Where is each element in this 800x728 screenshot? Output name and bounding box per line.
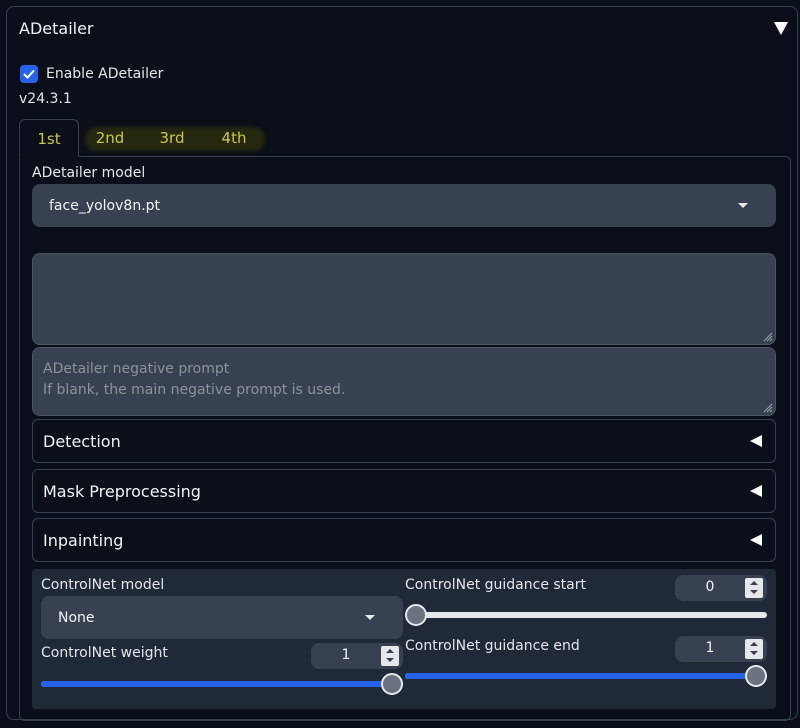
placeholder-line2: If blank, the main negative prompt is us…	[43, 382, 346, 398]
checkmark-icon	[23, 69, 35, 79]
chevron-down-icon	[738, 203, 748, 208]
accordion-inpainting[interactable]: Inpainting	[32, 518, 776, 562]
controlnet-weight-slider[interactable]	[41, 673, 403, 695]
stepper-icon[interactable]	[381, 646, 399, 666]
panel-title: ADetailer	[19, 19, 94, 38]
accordion-mask-preprocessing-label: Mask Preprocessing	[43, 482, 201, 501]
collapse-triangle-icon[interactable]	[774, 22, 788, 35]
controlnet-guidance-start-label: ControlNet guidance start	[405, 577, 586, 593]
tab-3rd[interactable]: 3rd	[147, 119, 197, 157]
controlnet-model-value: None	[58, 609, 95, 626]
chevron-down-icon	[365, 615, 375, 620]
adetailer-model-label: ADetailer model	[32, 165, 146, 181]
controlnet-weight-input[interactable]: 1	[311, 643, 403, 669]
controlnet-guidance-end-slider[interactable]	[405, 665, 767, 687]
controlnet-guidance-end-input[interactable]: 1	[675, 636, 767, 662]
controlnet-guidance-start-value: 0	[705, 579, 715, 595]
resize-handle-icon[interactable]	[763, 332, 773, 342]
tab-2nd[interactable]: 2nd	[85, 119, 135, 157]
controlnet-guidance-start-slider[interactable]	[405, 604, 767, 626]
tab-4th[interactable]: 4th	[209, 119, 259, 157]
resize-handle-icon[interactable]	[763, 403, 773, 413]
tab-1st[interactable]: 1st	[19, 119, 79, 157]
slider-fill	[405, 673, 756, 679]
slider-fill	[41, 681, 392, 687]
expand-arrow-icon	[750, 534, 762, 546]
enable-adetailer-row[interactable]: Enable ADetailer	[20, 65, 163, 83]
controlnet-weight-label: ControlNet weight	[41, 645, 168, 661]
placeholder-line1: ADetailer negative prompt	[43, 361, 230, 377]
negative-prompt-placeholder: ADetailer negative prompt If blank, the …	[43, 359, 345, 401]
accordion-inpainting-label: Inpainting	[43, 531, 124, 550]
expand-arrow-icon	[750, 485, 762, 497]
controlnet-guidance-end-value: 1	[705, 640, 715, 656]
adetailer-negative-prompt-textarea[interactable]: ADetailer negative prompt If blank, the …	[32, 347, 776, 416]
controlnet-guidance-end-label: ControlNet guidance end	[405, 638, 580, 654]
accordion-mask-preprocessing[interactable]: Mask Preprocessing	[32, 469, 776, 513]
expand-arrow-icon	[750, 435, 762, 447]
stepper-icon[interactable]	[745, 639, 763, 659]
slider-thumb[interactable]	[405, 604, 427, 626]
controlnet-weight-value: 1	[341, 647, 351, 663]
controlnet-guidance-start-input[interactable]: 0	[675, 575, 767, 601]
accordion-detection-label: Detection	[43, 432, 121, 451]
stepper-icon[interactable]	[745, 578, 763, 598]
controlnet-model-dropdown[interactable]: None	[41, 596, 403, 639]
slider-thumb[interactable]	[381, 673, 403, 695]
enable-adetailer-checkbox[interactable]	[20, 65, 38, 83]
enable-adetailer-label: Enable ADetailer	[46, 66, 164, 82]
accordion-detection[interactable]: Detection	[32, 419, 776, 463]
adetailer-prompt-textarea[interactable]	[32, 253, 776, 345]
slider-track	[405, 612, 767, 618]
slider-thumb[interactable]	[745, 665, 767, 687]
controlnet-model-label: ControlNet model	[41, 577, 165, 593]
adetailer-model-value: face_yolov8n.pt	[49, 197, 161, 214]
version-text: v24.3.1	[19, 91, 72, 107]
adetailer-model-dropdown[interactable]: face_yolov8n.pt	[32, 184, 776, 227]
